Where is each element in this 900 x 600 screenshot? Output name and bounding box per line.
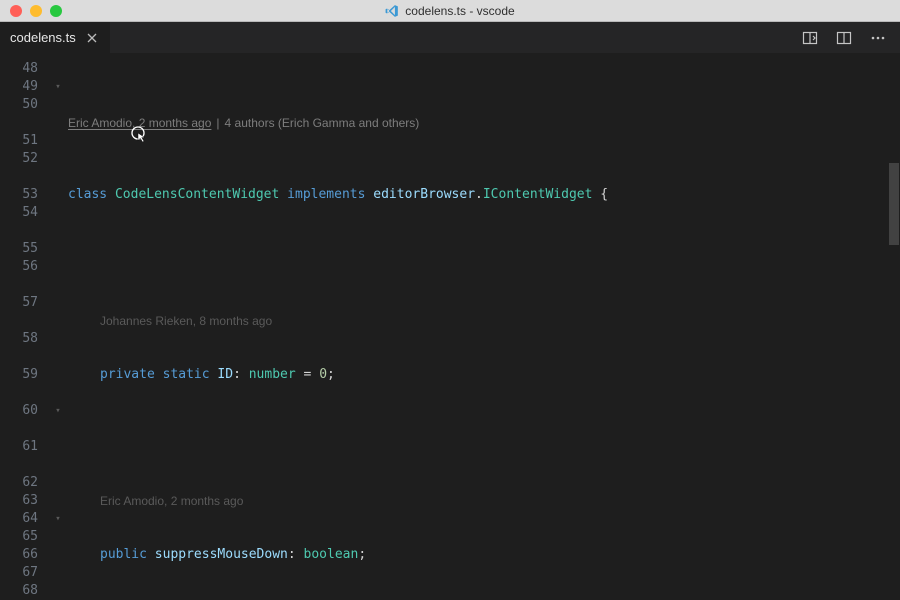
minimize-window-button[interactable] — [30, 5, 42, 17]
fold-spacer — [48, 438, 68, 456]
fold-spacer — [48, 204, 68, 222]
line-number: 54 — [0, 204, 48, 222]
line-number: 58 — [0, 330, 48, 348]
fold-spacer — [48, 312, 68, 330]
line-number: 50 — [0, 96, 48, 114]
line-number: 60 — [0, 402, 48, 420]
editor[interactable]: 4849505152535455565758596061626364656667… — [0, 54, 900, 600]
split-editor-icon[interactable] — [834, 28, 854, 48]
fold-spacer — [48, 132, 68, 150]
code-line: private static ID: number = 0; — [68, 366, 900, 384]
line-number: 59 — [0, 366, 48, 384]
codelens-annotation: Eric Amodio, 2 months ago | 4 authors (E… — [68, 114, 900, 132]
line-number: 52 — [0, 150, 48, 168]
mac-titlebar: codelens.ts - vscode — [0, 0, 900, 22]
fold-spacer — [48, 150, 68, 168]
line-number: 64 — [0, 510, 48, 528]
fold-toggle-icon[interactable]: ▾ — [48, 510, 68, 528]
line-number — [0, 348, 48, 366]
fold-spacer — [48, 420, 68, 438]
window-title: codelens.ts - vscode — [0, 4, 900, 18]
code-area[interactable]: Eric Amodio, 2 months ago | 4 authors (E… — [68, 54, 900, 600]
fold-spacer — [48, 186, 68, 204]
tab-label: codelens.ts — [10, 30, 76, 45]
code-line — [68, 240, 900, 258]
blame-annotation: Eric Amodio, 2 months ago — [68, 492, 900, 510]
fold-spacer — [48, 492, 68, 510]
code-line: public suppressMouseDown: boolean; — [68, 546, 900, 564]
line-number-gutter: 4849505152535455565758596061626364656667… — [0, 54, 48, 600]
codelens-separator: | — [216, 114, 219, 132]
line-number: 62 — [0, 474, 48, 492]
line-number: 65 — [0, 528, 48, 546]
fold-spacer — [48, 366, 68, 384]
fold-spacer — [48, 330, 68, 348]
line-number: 49 — [0, 78, 48, 96]
line-number — [0, 384, 48, 402]
codelens-summary: 4 authors (Erich Gamma and others) — [225, 114, 420, 132]
traffic-lights — [0, 5, 62, 17]
line-number — [0, 114, 48, 132]
line-number — [0, 312, 48, 330]
fold-spacer — [48, 582, 68, 600]
line-number: 56 — [0, 258, 48, 276]
vertical-scrollbar[interactable] — [888, 54, 900, 600]
editor-actions — [800, 22, 900, 53]
fold-spacer — [48, 222, 68, 240]
codelens-author-link[interactable]: Eric Amodio, 2 months ago — [68, 114, 211, 132]
fold-gutter: ▾ ▾ ▾ — [48, 54, 68, 600]
line-number: 61 — [0, 438, 48, 456]
line-number — [0, 276, 48, 294]
line-number — [0, 456, 48, 474]
line-number: 67 — [0, 564, 48, 582]
line-number: 68 — [0, 582, 48, 600]
vscode-icon — [385, 4, 399, 18]
close-window-button[interactable] — [10, 5, 22, 17]
fold-spacer — [48, 276, 68, 294]
fold-spacer — [48, 474, 68, 492]
scrollbar-thumb[interactable] — [889, 163, 899, 245]
zoom-window-button[interactable] — [50, 5, 62, 17]
fold-spacer — [48, 456, 68, 474]
fold-spacer — [48, 240, 68, 258]
line-number: 57 — [0, 294, 48, 312]
fold-toggle-icon[interactable]: ▾ — [48, 402, 68, 420]
tab-codelens[interactable]: codelens.ts — [0, 22, 110, 53]
fold-spacer — [48, 564, 68, 582]
line-number — [0, 168, 48, 186]
fold-spacer — [48, 546, 68, 564]
close-icon[interactable] — [84, 30, 100, 46]
split-compare-icon[interactable] — [800, 28, 820, 48]
fold-spacer — [48, 348, 68, 366]
blame-annotation: Johannes Rieken, 8 months ago — [68, 312, 900, 330]
tab-bar: codelens.ts — [0, 22, 900, 54]
fold-spacer — [48, 528, 68, 546]
fold-spacer — [48, 168, 68, 186]
fold-spacer — [48, 258, 68, 276]
line-number: 55 — [0, 240, 48, 258]
fold-toggle-icon[interactable]: ▾ — [48, 78, 68, 96]
line-number: 53 — [0, 186, 48, 204]
fold-spacer — [48, 384, 68, 402]
line-number — [0, 222, 48, 240]
window-title-text: codelens.ts - vscode — [405, 4, 514, 18]
line-number: 66 — [0, 546, 48, 564]
line-number: 51 — [0, 132, 48, 150]
code-line: class CodeLensContentWidget implements e… — [68, 186, 900, 204]
fold-spacer — [48, 294, 68, 312]
fold-spacer — [48, 60, 68, 78]
fold-spacer — [48, 96, 68, 114]
line-number: 63 — [0, 492, 48, 510]
more-icon[interactable] — [868, 28, 888, 48]
line-number: 48 — [0, 60, 48, 78]
fold-spacer — [48, 114, 68, 132]
code-line — [68, 420, 900, 438]
line-number — [0, 420, 48, 438]
